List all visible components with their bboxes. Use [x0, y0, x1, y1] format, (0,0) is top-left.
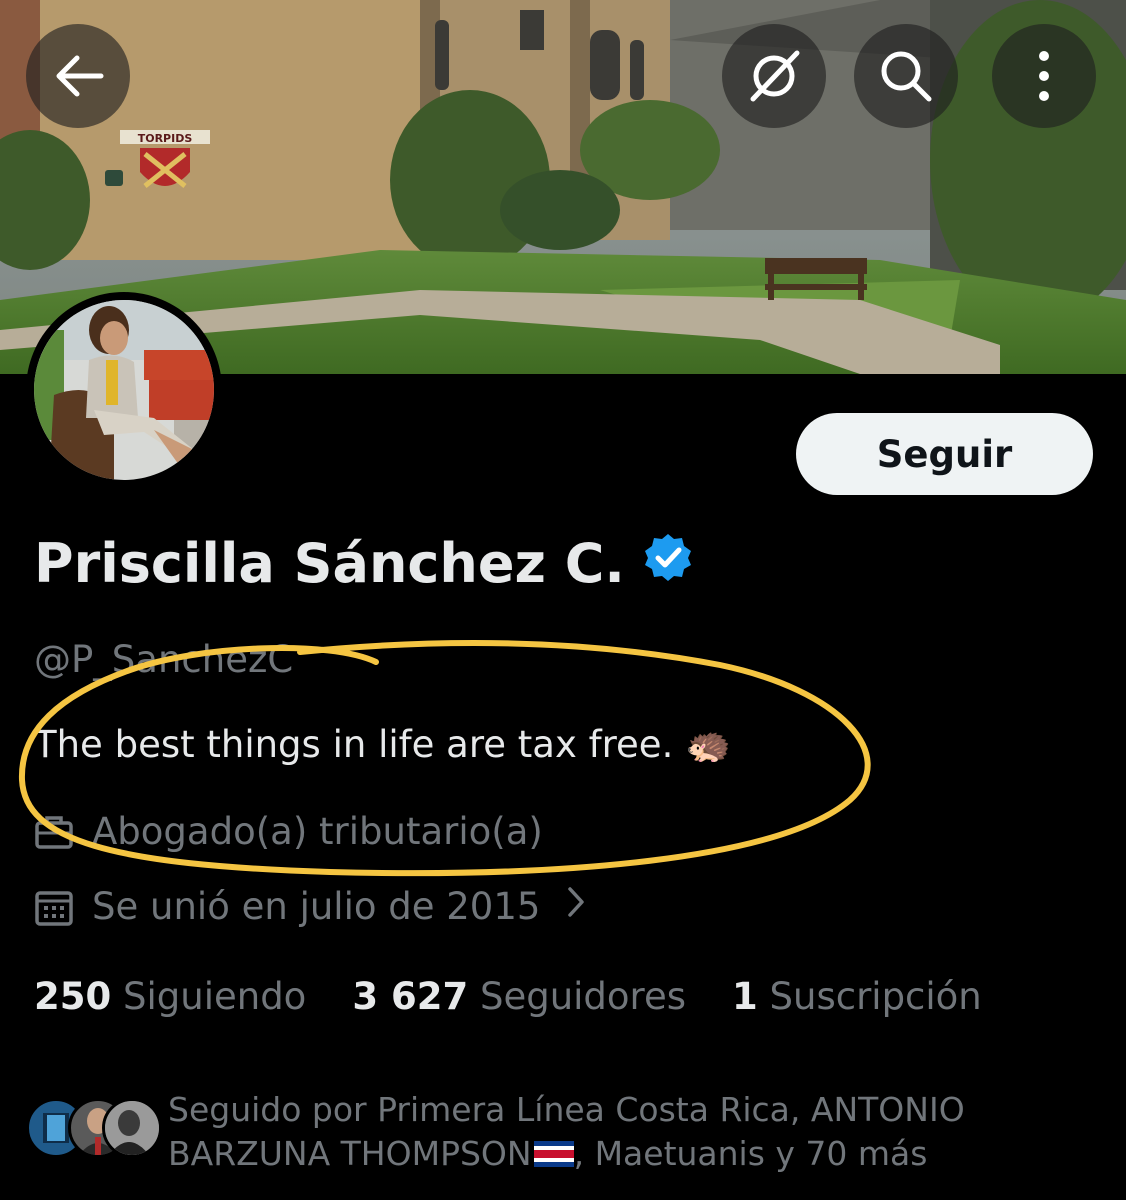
following-label: Siguiendo — [123, 975, 307, 1018]
search-icon — [881, 51, 932, 102]
more-button[interactable] — [992, 24, 1096, 128]
profile-name-row: Priscilla Sánchez C. — [34, 532, 693, 595]
subscriptions-label: Suscripción — [769, 975, 982, 1018]
follower-avatar-3[interactable] — [102, 1098, 162, 1158]
profile-bio: The best things in life are tax free. 🦔 — [34, 723, 732, 766]
followed-by-text[interactable]: Seguido por Primera Línea Costa Rica, AN… — [168, 1088, 1068, 1176]
profession-row: Abogado(a) tributario(a) — [34, 810, 543, 853]
grok-icon — [750, 50, 800, 102]
joined-row[interactable]: Se unió en julio de 2015 — [34, 885, 586, 928]
followed-by-line2a: BARZUNA THOMPSON — [168, 1134, 532, 1173]
more-vertical-icon — [1039, 51, 1049, 101]
arrow-left-icon — [56, 55, 104, 97]
banner-sign-text: TORPIDS — [138, 132, 193, 145]
profile-handle: @P_SanchezC — [34, 638, 294, 681]
avatar-photo — [34, 300, 214, 480]
followed-by-line2b: , Maetuanis y 70 más — [573, 1134, 928, 1173]
joined-label: Se unió en julio de 2015 — [92, 885, 541, 928]
profession-label: Abogado(a) tributario(a) — [92, 810, 543, 853]
following-count: 250 — [34, 975, 112, 1018]
chevron-right-icon — [566, 885, 586, 928]
profile-name: Priscilla Sánchez C. — [34, 532, 625, 595]
calendar-icon — [34, 887, 74, 927]
briefcase-icon — [34, 812, 74, 852]
followers-label: Seguidores — [479, 975, 686, 1018]
search-button[interactable] — [854, 24, 958, 128]
verified-badge-icon[interactable] — [643, 532, 693, 595]
grok-button[interactable] — [722, 24, 826, 128]
followers-count: 3 627 — [352, 975, 469, 1018]
following-stat[interactable]: 250 Siguiendo — [34, 975, 306, 1018]
costa-rica-flag-icon — [533, 1134, 574, 1167]
follow-button[interactable]: Seguir — [796, 413, 1093, 495]
subscriptions-stat[interactable]: 1 Suscripción — [732, 975, 982, 1018]
back-button[interactable] — [26, 24, 130, 128]
profile-stats: 250 Siguiendo 3 627 Seguidores 1 Suscrip… — [34, 975, 1028, 1018]
followers-stat[interactable]: 3 627 Seguidores — [352, 975, 686, 1018]
followed-by-line1: Seguido por Primera Línea Costa Rica, AN… — [168, 1090, 965, 1129]
profile-avatar[interactable] — [26, 292, 222, 488]
subscriptions-count: 1 — [732, 975, 758, 1018]
